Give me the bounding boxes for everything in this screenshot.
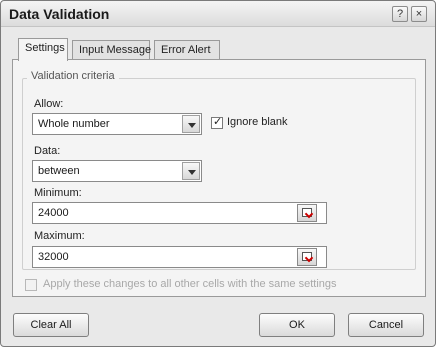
ignore-blank-checkbox[interactable] xyxy=(211,115,223,129)
tab-input-message[interactable]: Input Message xyxy=(72,40,151,60)
ok-button[interactable]: OK xyxy=(259,313,335,337)
close-icon[interactable]: × xyxy=(411,6,427,22)
validation-criteria-legend: Validation criteria xyxy=(27,70,119,82)
maximum-label: Maximum: xyxy=(34,230,85,242)
cancel-button[interactable]: Cancel xyxy=(348,313,424,337)
clear-all-button[interactable]: Clear All xyxy=(13,313,89,337)
ignore-blank-label[interactable]: Ignore blank xyxy=(227,116,288,128)
data-validation-dialog: Data Validation ? × Settings Input Messa… xyxy=(0,0,436,347)
tab-error-alert[interactable]: Error Alert xyxy=(154,40,220,60)
minimum-label: Minimum: xyxy=(34,187,82,199)
help-icon[interactable]: ? xyxy=(392,6,408,22)
minimum-input[interactable]: 24000 xyxy=(32,202,327,224)
data-label: Data: xyxy=(34,145,61,157)
title-bar[interactable]: Data Validation ? × xyxy=(1,1,435,27)
settings-panel: Validation criteria Allow: Whole number … xyxy=(12,59,426,297)
collapse-dialog-icon[interactable] xyxy=(297,204,317,222)
maximum-input[interactable]: 32000 xyxy=(32,246,327,268)
maximum-value: 32000 xyxy=(38,251,69,263)
chevron-down-icon[interactable] xyxy=(182,115,200,133)
minimum-value: 24000 xyxy=(38,207,69,219)
data-value: between xyxy=(38,165,80,177)
allow-label: Allow: xyxy=(34,98,64,110)
collapse-dialog-icon[interactable] xyxy=(297,248,317,266)
tab-settings[interactable]: Settings xyxy=(18,38,68,61)
apply-all-label: Apply these changes to all other cells w… xyxy=(43,278,337,290)
allow-dropdown[interactable]: Whole number xyxy=(32,113,202,135)
apply-all-checkbox[interactable] xyxy=(25,279,37,291)
chevron-down-icon[interactable] xyxy=(182,162,200,180)
dialog-title: Data Validation xyxy=(9,6,110,22)
data-dropdown[interactable]: between xyxy=(32,160,202,182)
allow-value: Whole number xyxy=(38,118,110,130)
